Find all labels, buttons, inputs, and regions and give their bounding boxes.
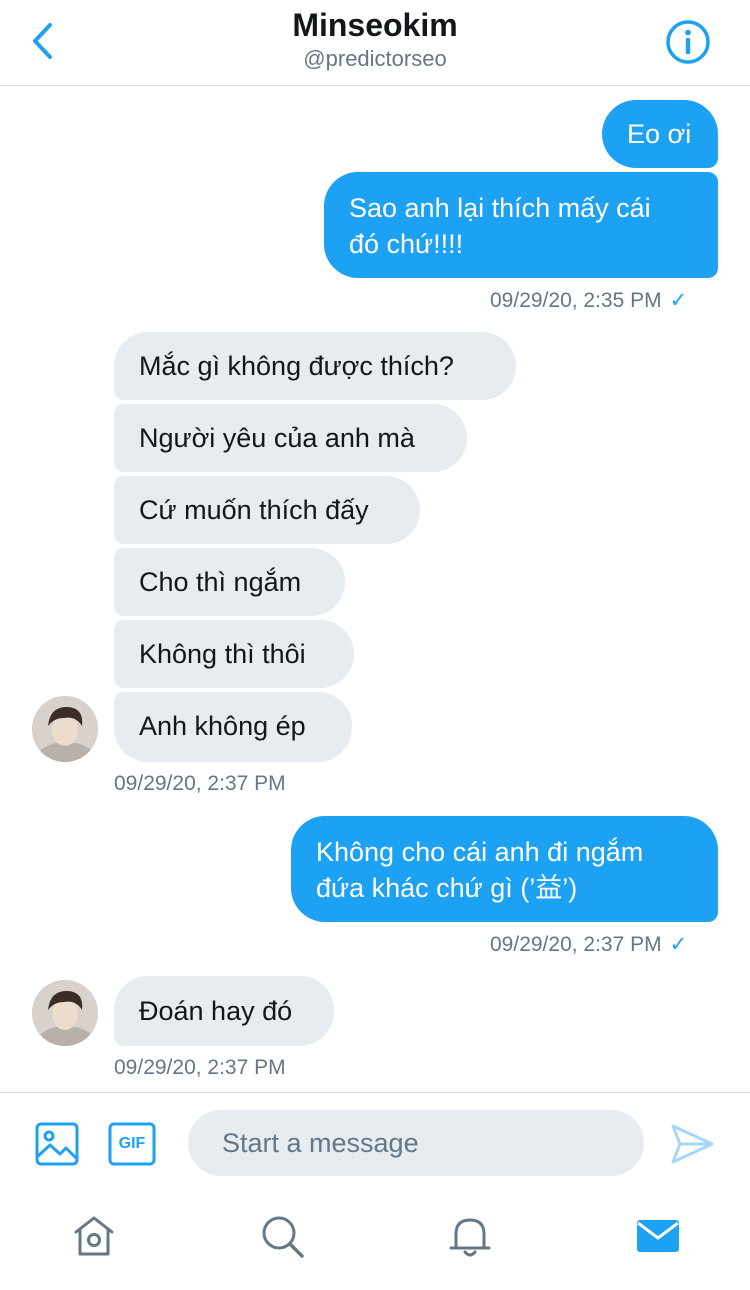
- sent-check-icon: ✓: [669, 933, 688, 956]
- message-bubble-incoming[interactable]: Đoán hay đó: [114, 976, 334, 1046]
- timestamp-text: 09/29/20, 2:37 PM: [114, 772, 286, 795]
- message-text: Người yêu của anh mà: [139, 423, 415, 453]
- gif-label: GIF: [118, 1135, 146, 1152]
- tab-home[interactable]: [70, 1212, 118, 1260]
- message-text: Không thì thôi: [139, 639, 306, 669]
- mail-icon: [637, 1220, 679, 1252]
- add-photo-button[interactable]: [34, 1121, 80, 1167]
- message-bubble-incoming[interactable]: Không thì thôi: [114, 620, 354, 688]
- avatar-photo: [32, 980, 98, 1046]
- timestamp-text: 09/29/20, 2:37 PM: [490, 933, 662, 956]
- conversation-header: Minseokim @predictorseo: [0, 0, 750, 86]
- sent-check-icon: ✓: [669, 289, 688, 312]
- message-text-line: Sao anh lại thích mấy cái: [349, 193, 651, 223]
- message-text: Đoán hay đó: [139, 996, 293, 1026]
- avatar[interactable]: [32, 980, 98, 1046]
- send-button[interactable]: [668, 1121, 716, 1167]
- message-text: Cho thì ngắm: [139, 567, 302, 597]
- conversation-title: Minseokim: [292, 7, 458, 43]
- tab-search[interactable]: [258, 1212, 306, 1260]
- message-bubble-incoming[interactable]: Người yêu của anh mà: [114, 404, 467, 472]
- message-timestamp: 09/29/20, 2:37 PM: [114, 1056, 286, 1080]
- bell-icon: [449, 1218, 491, 1257]
- message-text: Anh không ép: [139, 711, 306, 741]
- message-text: Cứ muốn thích đấy: [139, 495, 369, 525]
- message-text: Mắc gì không được thích?: [139, 351, 454, 381]
- info-button[interactable]: [664, 18, 712, 66]
- add-gif-button[interactable]: GIF: [108, 1121, 156, 1167]
- message-input[interactable]: [188, 1110, 644, 1176]
- conversation-handle: @predictorseo: [303, 46, 447, 71]
- message-bubble-incoming[interactable]: Anh không ép: [114, 692, 352, 762]
- avatar-photo: [32, 696, 98, 762]
- message-timestamp: 09/29/20, 2:37 PM ✓: [490, 932, 687, 957]
- message-bubble-outgoing[interactable]: Không cho cái anh đi ngắm đứa khác chứ g…: [291, 816, 718, 922]
- info-icon: [666, 20, 710, 64]
- chevron-left-icon: [33, 23, 52, 59]
- message-text-line: Không cho cái anh đi ngắm: [316, 837, 644, 867]
- message-bubble-incoming[interactable]: Cho thì ngắm: [114, 548, 345, 616]
- message-text-line: đứa khác chứ gì (’益’): [316, 873, 578, 903]
- tab-messages[interactable]: [634, 1212, 682, 1260]
- conversation-title-block[interactable]: Minseokim @predictorseo: [150, 6, 600, 74]
- bottom-tab-bar: [0, 1194, 750, 1290]
- tab-notifications[interactable]: [446, 1212, 494, 1260]
- home-icon: [74, 1216, 114, 1256]
- message-text: Eo ơi: [627, 119, 692, 149]
- avatar[interactable]: [32, 696, 98, 762]
- message-timestamp: 09/29/20, 2:35 PM ✓: [490, 288, 687, 313]
- image-icon: [35, 1122, 79, 1166]
- timestamp-text: 09/29/20, 2:35 PM: [490, 289, 662, 312]
- search-icon: [262, 1216, 304, 1258]
- message-bubble-incoming[interactable]: Cứ muốn thích đấy: [114, 476, 420, 544]
- message-bubble-outgoing[interactable]: Sao anh lại thích mấy cái đó chứ!!!!: [324, 172, 718, 278]
- send-icon: [671, 1124, 714, 1164]
- message-bubble-outgoing[interactable]: Eo ơi: [602, 100, 718, 168]
- message-timestamp: 09/29/20, 2:37 PM: [114, 772, 286, 796]
- message-composer: GIF: [0, 1092, 750, 1194]
- message-text-line: đó chứ!!!!: [349, 229, 464, 259]
- timestamp-text: 09/29/20, 2:37 PM: [114, 1056, 286, 1079]
- back-button[interactable]: [22, 18, 62, 64]
- message-bubble-incoming[interactable]: Mắc gì không được thích?: [114, 332, 516, 400]
